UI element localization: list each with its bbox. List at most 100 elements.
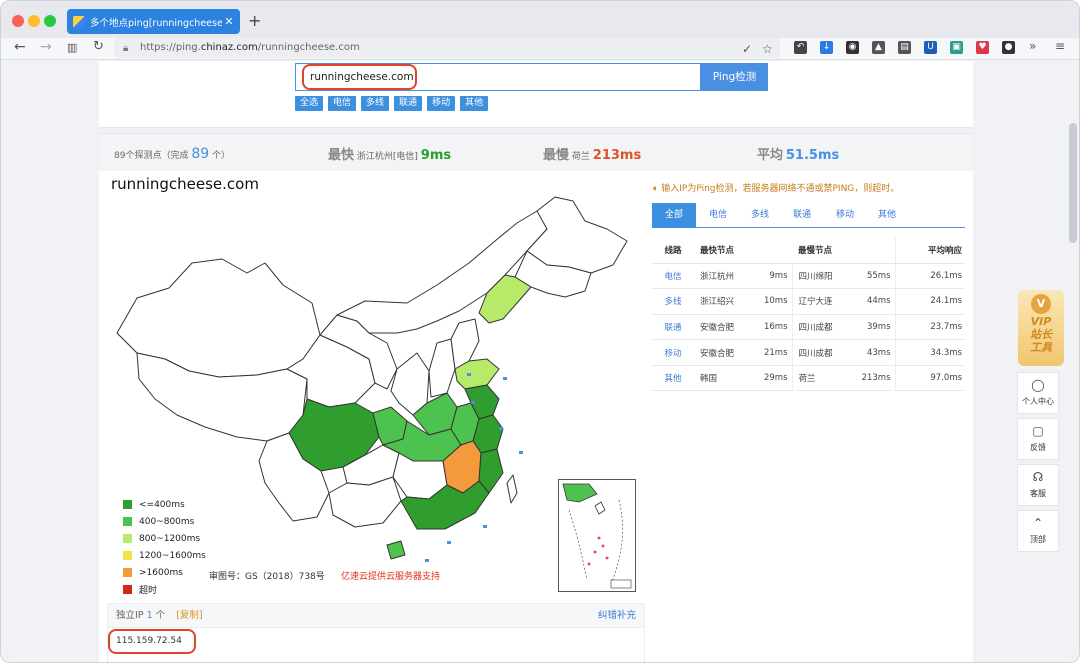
customer-service-button[interactable]: ☊ 客服 bbox=[1017, 464, 1059, 506]
legend-label: 1200~1600ms bbox=[139, 550, 206, 561]
row-fast-ms: 10ms bbox=[760, 288, 792, 315]
tab-all[interactable]: 全部 bbox=[652, 203, 696, 228]
filter-telecom-button[interactable]: 电信 bbox=[328, 96, 357, 111]
region-hainan bbox=[386, 540, 406, 560]
row-line[interactable]: 移动 bbox=[652, 339, 694, 366]
ip-address[interactable]: 115.159.72.54 bbox=[116, 636, 182, 646]
reload-icon[interactable]: ↻ bbox=[93, 39, 104, 54]
active-tab[interactable]: 多个地点ping[runningcheese.com ✕ bbox=[67, 9, 240, 34]
header-line: 线路 bbox=[652, 237, 694, 264]
back-to-top-button[interactable]: ⌃ 顶部 bbox=[1017, 510, 1059, 552]
legend-item: 400~800ms bbox=[123, 513, 206, 530]
probe-prefix: 89个探测点（完成 bbox=[114, 151, 189, 161]
vip-tools-widget[interactable]: V VIP 站长 工具 bbox=[1018, 290, 1064, 366]
notice-text: 输入IP为Ping检测，若服务器网络不通或禁PING，则超时。 bbox=[661, 184, 900, 194]
row-line[interactable]: 其他 bbox=[652, 365, 694, 392]
minimize-window-button[interactable] bbox=[28, 15, 40, 27]
filter-other-button[interactable]: 其他 bbox=[460, 96, 489, 111]
personal-center-button[interactable]: ◯ 个人中心 bbox=[1017, 372, 1059, 414]
ping-check-button[interactable]: Ping检测 bbox=[701, 63, 768, 91]
unique-ip-bar: 独立IP 1 个 [复制] 纠错补充 bbox=[107, 603, 645, 628]
filter-unicom-button[interactable]: 联通 bbox=[394, 96, 423, 111]
extension-undo-icon[interactable]: ↶ bbox=[794, 41, 807, 54]
correction-link[interactable]: 纠错补充 bbox=[598, 604, 636, 627]
url-path: /runningcheese.com bbox=[257, 42, 360, 53]
header-slowest-node: 最慢节点 bbox=[792, 237, 858, 264]
vip-line-1: VIP bbox=[1030, 315, 1052, 328]
row-slow-node: 四川成都 bbox=[791, 314, 858, 341]
copy-ip-link[interactable]: [复制] bbox=[176, 610, 202, 621]
tab-title: 多个地点ping[runningcheese.com bbox=[90, 17, 222, 29]
line-filter-row: 全选 电信 多线 联通 移动 其他 bbox=[295, 96, 489, 111]
screenshot-camera-icon[interactable]: ◉ bbox=[846, 41, 859, 54]
cloud-provider-note[interactable]: 亿速云提供云服务器支持 bbox=[341, 569, 440, 582]
row-line[interactable]: 多线 bbox=[652, 288, 694, 315]
legend-swatch bbox=[123, 585, 132, 594]
row-line[interactable]: 电信 bbox=[652, 263, 694, 290]
page-viewport: runningcheese.com Ping检测 全选 电信 多线 联通 移动 … bbox=[1, 61, 1079, 662]
vip-line-2: 站长 bbox=[1030, 328, 1052, 341]
feedback-button[interactable]: ▢ 反馈 bbox=[1017, 418, 1059, 460]
legend-swatch bbox=[123, 568, 132, 577]
filter-mobile-button[interactable]: 移动 bbox=[427, 96, 456, 111]
ping-notice: 🔈︎ 输入IP为Ping检测，若服务器网络不通或禁PING，则超时。 bbox=[653, 181, 899, 194]
header-fastest-ms bbox=[760, 237, 792, 264]
slowest-stat: 最慢 荷兰 213ms bbox=[543, 144, 641, 163]
table-row: 多线 浙江绍兴 10ms 辽宁大连 44ms 24.1ms bbox=[652, 288, 965, 315]
bookmark-star-icon[interactable]: ☆ bbox=[762, 39, 773, 59]
tab-multiline[interactable]: 多线 bbox=[740, 203, 780, 228]
store-icon[interactable]: ▤ bbox=[898, 41, 911, 54]
region-guangxi bbox=[328, 476, 402, 528]
probe-done-count: 89 bbox=[191, 146, 210, 162]
legend-item: 超时 bbox=[123, 581, 206, 598]
download-icon[interactable]: ↓ bbox=[820, 41, 833, 54]
panda-icon[interactable]: ● bbox=[1002, 41, 1015, 54]
row-fast-node: 韩国 bbox=[694, 365, 760, 392]
average-value: 51.5ms bbox=[785, 148, 840, 163]
feedback-label: 反馈 bbox=[1030, 443, 1046, 452]
row-slow-node: 四川绵阳 bbox=[791, 263, 858, 290]
filter-all-button[interactable]: 全选 bbox=[295, 96, 324, 111]
island-marker-6 bbox=[425, 559, 429, 562]
checkmark-icon[interactable]: ✓ bbox=[742, 39, 752, 59]
filter-multiline-button[interactable]: 多线 bbox=[361, 96, 390, 111]
sidebar-toggle-icon[interactable]: ▥ bbox=[67, 41, 77, 54]
page-scrollbar[interactable] bbox=[1069, 123, 1077, 243]
line-summary-table: 线路 最快节点 最慢节点 平均响应 电信 浙江杭州 9ms 四川绵阳 55ms … bbox=[652, 237, 965, 392]
save-disk-icon[interactable]: ▣ bbox=[950, 41, 963, 54]
back-arrow-icon[interactable]: ← bbox=[14, 39, 26, 55]
url-prefix: https://ping. bbox=[140, 42, 201, 53]
browser-window: 多个地点ping[runningcheese.com ✕ + ← → ▥ ↻ 🔒… bbox=[0, 0, 1080, 663]
feedback-icon: ▢ bbox=[1032, 424, 1044, 438]
table-row: 联通 安徽合肥 16ms 四川成都 39ms 23.7ms bbox=[652, 314, 965, 341]
row-fast-ms: 29ms bbox=[760, 365, 792, 392]
address-bar[interactable]: 🔒︎ https://ping.chinaz.com/runningcheese… bbox=[114, 38, 780, 58]
line-type-tabs: 全部 电信 多线 联通 移动 其他 bbox=[652, 203, 965, 228]
average-label: 平均 bbox=[757, 148, 784, 163]
latency-legend: <=400ms 400~800ms 800~1200ms 1200~1600ms… bbox=[123, 496, 206, 598]
table-row: 移动 安徽合肥 21ms 四川成都 43ms 34.3ms bbox=[652, 339, 965, 366]
rocket-icon[interactable]: ▲ bbox=[872, 41, 885, 54]
back-to-top-label: 顶部 bbox=[1030, 535, 1046, 544]
overflow-chevron-icon[interactable]: » bbox=[1029, 39, 1036, 53]
new-tab-button[interactable]: + bbox=[248, 11, 261, 30]
bitwarden-shield-icon[interactable]: U bbox=[924, 41, 937, 54]
tab-other[interactable]: 其他 bbox=[867, 203, 907, 228]
tab-close-icon[interactable]: ✕ bbox=[222, 15, 236, 28]
pocket-icon[interactable]: ♥ bbox=[976, 41, 989, 54]
legend-swatch bbox=[123, 551, 132, 560]
tab-unicom[interactable]: 联通 bbox=[782, 203, 822, 228]
table-row: 其他 韩国 29ms 荷兰 213ms 97.0ms bbox=[652, 365, 965, 392]
header-avg-response: 平均响应 bbox=[894, 237, 965, 264]
forward-arrow-icon[interactable]: → bbox=[40, 39, 52, 55]
tab-telecom[interactable]: 电信 bbox=[698, 203, 738, 228]
tab-mobile[interactable]: 移动 bbox=[825, 203, 865, 228]
menu-hamburger-icon[interactable]: ≡ bbox=[1055, 39, 1065, 53]
row-line[interactable]: 联通 bbox=[652, 314, 694, 341]
close-window-button[interactable] bbox=[12, 15, 24, 27]
result-card: runningcheese.com <=400ms 400~800ms 800~… bbox=[99, 171, 973, 662]
slowest-value: 213ms bbox=[592, 148, 642, 163]
maximize-window-button[interactable] bbox=[44, 15, 56, 27]
row-slow-ms: 39ms bbox=[858, 314, 895, 341]
island-marker-3 bbox=[519, 451, 523, 454]
